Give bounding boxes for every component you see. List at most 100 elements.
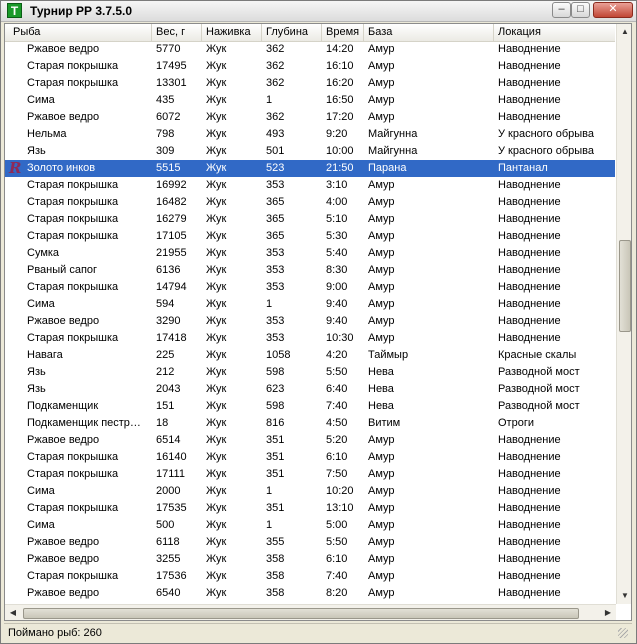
cell-time: 4:00 xyxy=(326,196,348,208)
cell-bait: Жук xyxy=(206,196,227,208)
vertical-scrollbar[interactable]: ▲ ▼ xyxy=(616,24,631,604)
cell-bait: Жук xyxy=(206,536,227,548)
table-row[interactable]: Сумка 21955 Жук 353 5:40 Амур Наводнение xyxy=(5,245,615,262)
column-header-bait[interactable]: Наживка xyxy=(202,24,262,41)
column-header-location[interactable]: Локация xyxy=(494,24,615,41)
cell-fish: Ржавое ведро xyxy=(27,536,100,548)
title-bar[interactable]: T Турнир РР 3.7.5.0 – □ ✕ xyxy=(1,1,636,22)
cell-weight: 2043 xyxy=(156,383,181,395)
cell-bait: Жук xyxy=(206,145,227,157)
table-row[interactable]: Старая покрышка 14794 Жук 353 9:00 Амур Наводн… xyxy=(5,279,615,296)
cell-depth: 501 xyxy=(266,145,285,157)
cell-location: Наводнение xyxy=(498,111,561,123)
cell-fish: Сима xyxy=(27,94,55,106)
table-row[interactable]: Ржавое ведро 5770 Жук 362 14:20 Амур Наводнени… xyxy=(5,41,615,58)
table-row[interactable]: Язь 212 Жук 598 5:50 Нева Разводной мост xyxy=(5,364,615,381)
cell-bait: Жук xyxy=(206,468,227,480)
table-row[interactable]: Старая покрышка 16482 Жук 365 4:00 Амур Наводн… xyxy=(5,194,615,211)
table-row[interactable]: Ржавое ведро 3255 Жук 358 6:10 Амур Наводнение xyxy=(5,551,615,568)
table-row[interactable]: Ржавое ведро 6514 Жук 351 5:20 Амур Наводнение xyxy=(5,432,615,449)
column-header-time[interactable]: Время xyxy=(322,24,364,41)
cell-depth: 351 xyxy=(266,502,285,514)
vertical-scroll-thumb[interactable] xyxy=(619,240,631,332)
table-body: Ржавое ведро 5770 Жук 362 14:20 Амур Наводнени… xyxy=(5,41,615,602)
close-button[interactable]: ✕ xyxy=(593,2,633,18)
horizontal-scrollbar[interactable]: ◀ ▶ xyxy=(5,604,616,620)
table-row[interactable]: Старая покрышка 17111 Жук 351 7:50 Амур Наводн… xyxy=(5,466,615,483)
table-row[interactable]: Ржавое ведро 6118 Жук 355 5:50 Амур Наводнение xyxy=(5,534,615,551)
column-header-base[interactable]: База xyxy=(364,24,494,41)
scroll-up-icon[interactable]: ▲ xyxy=(617,24,631,40)
table-row[interactable]: Навага 225 Жук 1058 4:20 Таймыр Красные скалы xyxy=(5,347,615,364)
table-row[interactable]: Старая покрышка 17418 Жук 353 10:30 Амур Навод… xyxy=(5,330,615,347)
cell-fish: Сима xyxy=(27,298,55,310)
table-row[interactable]: Ржавое ведро 3290 Жук 353 9:40 Амур Наводнение xyxy=(5,313,615,330)
table-row[interactable]: Ржавое ведро 6540 Жук 358 8:20 Амур Наводнение xyxy=(5,585,615,602)
cell-time: 6:10 xyxy=(326,553,348,565)
cell-location: Наводнение xyxy=(498,553,561,565)
scroll-down-icon[interactable]: ▼ xyxy=(617,588,631,604)
cell-location: Наводнение xyxy=(498,298,561,310)
table-row[interactable]: Ржавое ведро 6072 Жук 362 17:20 Амур Наводнени… xyxy=(5,109,615,126)
table-row[interactable]: Старая покрышка 16140 Жук 351 6:10 Амур Наводн… xyxy=(5,449,615,466)
table-row[interactable]: Старая покрышка 17495 Жук 362 16:10 Амур Навод… xyxy=(5,58,615,75)
table-row[interactable]: Старая покрышка 16992 Жук 353 3:10 Амур Наводн… xyxy=(5,177,615,194)
table-row[interactable]: Язь 309 Жук 501 10:00 Майгунна У красного обры… xyxy=(5,143,615,160)
table-row[interactable]: Старая покрышка 17105 Жук 365 5:30 Амур Наводн… xyxy=(5,228,615,245)
cell-location: Красные скалы xyxy=(498,349,577,361)
cell-depth: 523 xyxy=(266,162,285,174)
cell-weight: 594 xyxy=(156,298,175,310)
table-row[interactable]: Сима 2000 Жук 1 10:20 Амур Наводнение xyxy=(5,483,615,500)
cell-location: Наводнение xyxy=(498,332,561,344)
cell-fish: Старая покрышка xyxy=(27,332,119,344)
table-row[interactable]: Сима 500 Жук 1 5:00 Амур Наводнение xyxy=(5,517,615,534)
cell-weight: 14794 xyxy=(156,281,187,293)
scroll-right-icon[interactable]: ▶ xyxy=(600,605,616,620)
cell-depth: 365 xyxy=(266,213,285,225)
cell-fish: Подкаменщик xyxy=(27,400,99,412)
cell-location: Наводнение xyxy=(498,213,561,225)
cell-weight: 500 xyxy=(156,519,175,531)
table-row[interactable]: Подкаменщик 151 Жук 598 7:40 Нева Разводной мо… xyxy=(5,398,615,415)
cell-bait: Жук xyxy=(206,43,227,55)
horizontal-scroll-thumb[interactable] xyxy=(23,608,579,619)
cell-fish: Нельма xyxy=(27,128,67,140)
table-row[interactable]: Подкаменщик пестр… 18 Жук 816 4:50 Витим Отрог… xyxy=(5,415,615,432)
resize-grip-icon[interactable] xyxy=(618,628,628,638)
table-row[interactable]: Сима 435 Жук 1 16:50 Амур Наводнение xyxy=(5,92,615,109)
column-header-depth[interactable]: Глубина xyxy=(262,24,322,41)
table-row[interactable]: Старая покрышка 17536 Жук 358 7:40 Амур Наводн… xyxy=(5,568,615,585)
cell-bait: Жук xyxy=(206,94,227,106)
cell-weight: 435 xyxy=(156,94,175,106)
table-row[interactable]: Старая покрышка 16279 Жук 365 5:10 Амур Наводн… xyxy=(5,211,615,228)
table-row[interactable]: R Золото инков 5515 Жук 523 21:50 Парана Пантан… xyxy=(5,160,615,177)
cell-time: 9:00 xyxy=(326,281,348,293)
table-row[interactable]: Язь 2043 Жук 623 6:40 Нева Разводной мост xyxy=(5,381,615,398)
table-row[interactable]: Старая покрышка 13301 Жук 362 16:20 Амур Навод… xyxy=(5,75,615,92)
cell-bait: Жук xyxy=(206,332,227,344)
maximize-button[interactable]: □ xyxy=(571,2,590,18)
cell-base: Амур xyxy=(368,587,395,599)
table-row[interactable]: Нельма 798 Жук 493 9:20 Майгунна У красного об… xyxy=(5,126,615,143)
cell-weight: 309 xyxy=(156,145,175,157)
cell-depth: 362 xyxy=(266,111,285,123)
cell-time: 6:40 xyxy=(326,383,348,395)
minimize-button[interactable]: – xyxy=(552,2,571,18)
cell-time: 7:40 xyxy=(326,400,348,412)
cell-base: Нева xyxy=(368,400,394,412)
catch-table[interactable]: Рыба Вес, г Наживка Глубина Время База Л… xyxy=(4,23,632,621)
table-row[interactable]: Рваный сапог 6136 Жук 353 8:30 Амур Наводнение xyxy=(5,262,615,279)
cell-time: 5:00 xyxy=(326,519,348,531)
column-header-fish[interactable]: Рыба xyxy=(5,24,152,41)
table-row[interactable]: Старая покрышка 17535 Жук 351 13:10 Амур Навод… xyxy=(5,500,615,517)
table-header: Рыба Вес, г Наживка Глубина Время База Л… xyxy=(5,24,615,42)
cell-weight: 17105 xyxy=(156,230,187,242)
cell-weight: 225 xyxy=(156,349,175,361)
scroll-left-icon[interactable]: ◀ xyxy=(5,605,21,620)
cell-time: 16:20 xyxy=(326,77,354,89)
column-header-weight[interactable]: Вес, г xyxy=(152,24,202,41)
cell-weight: 17536 xyxy=(156,570,187,582)
cell-fish: Язь xyxy=(27,366,46,378)
cell-location: У красного обрыва xyxy=(498,145,595,157)
table-row[interactable]: Сима 594 Жук 1 9:40 Амур Наводнение xyxy=(5,296,615,313)
